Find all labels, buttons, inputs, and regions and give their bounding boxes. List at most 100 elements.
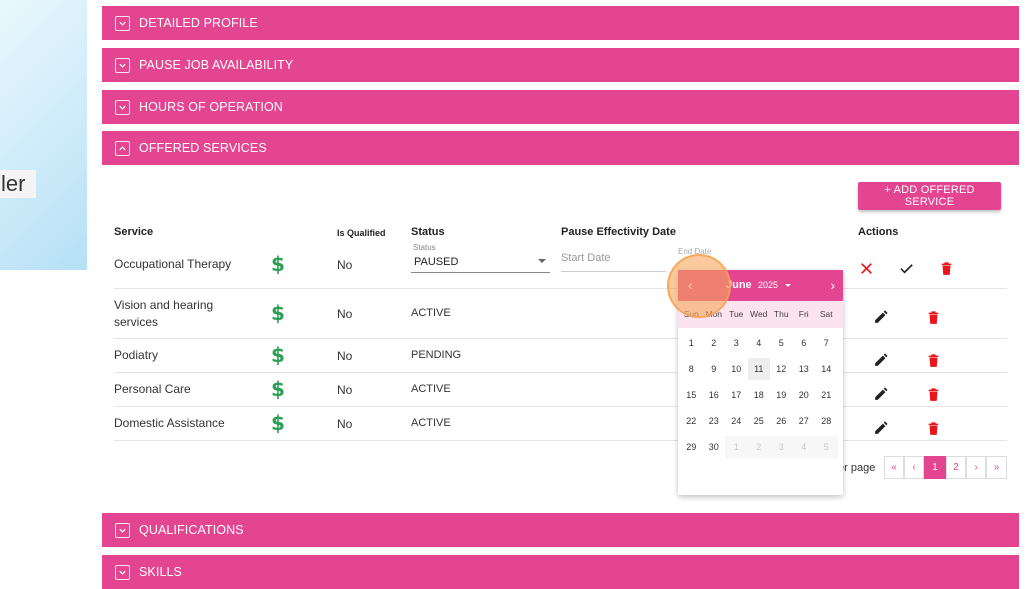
calendar-day[interactable]: 6 <box>793 332 816 354</box>
calendar-day[interactable]: 18 <box>748 384 771 406</box>
calendar-month[interactable]: June <box>726 279 752 291</box>
delete-icon[interactable] <box>924 419 942 437</box>
pagination-next[interactable]: › <box>966 456 986 479</box>
calendar-day-today[interactable]: 11 <box>747 358 770 380</box>
calendar-day-next-month[interactable]: 1 <box>725 436 748 458</box>
calendar-year[interactable]: 2025 <box>758 280 778 290</box>
weekday-label: Sat <box>819 309 833 319</box>
calendar-day[interactable]: 5 <box>770 332 793 354</box>
end-date-label: End Date <box>678 247 712 256</box>
calendar-day[interactable]: 22 <box>680 410 703 432</box>
edit-icon[interactable] <box>871 419 889 437</box>
calendar-day-next-month[interactable]: 3 <box>770 436 793 458</box>
pagination-prev[interactable]: ‹ <box>904 456 924 479</box>
service-name: Vision and hearing services <box>114 298 214 329</box>
weekday-label: Sun <box>683 309 699 319</box>
calendar-day[interactable]: 21 <box>815 384 838 406</box>
calendar-day[interactable]: 15 <box>680 384 703 406</box>
calendar-day-next-month[interactable]: 4 <box>792 436 815 458</box>
calendar-header: ‹ June 2025 › <box>678 270 843 301</box>
calendar-day[interactable]: 16 <box>703 384 726 406</box>
delete-icon[interactable] <box>937 259 955 277</box>
calendar-day-next-month[interactable]: 5 <box>815 436 838 458</box>
dollar-icon[interactable]: $ <box>271 252 285 276</box>
calendar-day[interactable]: 24 <box>725 410 748 432</box>
add-offered-service-button[interactable]: + ADD OFFERED SERVICE <box>858 182 1001 210</box>
calendar-day[interactable]: 12 <box>770 358 793 380</box>
accordion-detailed-profile[interactable]: DETAILED PROFILE <box>102 6 1019 40</box>
chevron-down-icon <box>115 522 130 538</box>
calendar-day[interactable]: 13 <box>793 358 816 380</box>
chevron-down-icon <box>115 57 130 73</box>
calendar-day[interactable]: 23 <box>703 410 726 432</box>
weekday-label: Tue <box>729 309 744 319</box>
accordion-qualifications[interactable]: QUALIFICATIONS <box>102 513 1019 547</box>
status-select[interactable]: Status PAUSED <box>411 243 550 273</box>
calendar-day[interactable]: 2 <box>703 332 726 354</box>
calendar-day[interactable]: 19 <box>770 384 793 406</box>
previous-month-button[interactable]: ‹ <box>688 277 693 293</box>
cancel-icon[interactable] <box>857 259 875 277</box>
calendar-day[interactable]: 9 <box>703 358 726 380</box>
edit-icon[interactable] <box>871 308 889 326</box>
pagination-first[interactable]: « <box>884 456 904 479</box>
left-partial-text: ler <box>0 170 36 198</box>
calendar-day[interactable]: 8 <box>680 358 703 380</box>
pagination-page-2[interactable]: 2 <box>946 456 966 479</box>
row-divider <box>114 406 1007 407</box>
accordion-title: OFFERED SERVICES <box>139 141 267 155</box>
weekday-label: Thu <box>773 309 789 319</box>
status-value: ACTIVE <box>411 307 451 319</box>
edit-icon[interactable] <box>871 385 889 403</box>
check-icon[interactable] <box>897 259 915 277</box>
header-pause-effectivity-date: Pause Effectivity Date <box>561 226 676 238</box>
edit-icon[interactable] <box>871 351 889 369</box>
accordion-offered-services[interactable]: OFFERED SERVICES <box>102 131 1019 165</box>
dollar-icon[interactable]: $ <box>271 411 285 435</box>
dollar-icon[interactable]: $ <box>271 343 285 367</box>
calendar-day[interactable]: 3 <box>725 332 748 354</box>
delete-icon[interactable] <box>924 351 942 369</box>
service-name: Domestic Assistance <box>114 416 225 430</box>
calendar-week: 22 23 24 25 26 27 28 <box>680 408 840 434</box>
calendar-day[interactable]: 10 <box>725 358 748 380</box>
calendar-day[interactable]: 27 <box>793 410 816 432</box>
weekday-label: Fri <box>798 309 809 319</box>
calendar-week: 1 2 3 4 5 6 7 <box>680 330 840 356</box>
calendar-day[interactable]: 4 <box>748 332 771 354</box>
calendar-day[interactable]: 29 <box>680 436 703 458</box>
next-month-button[interactable]: › <box>830 277 835 293</box>
chevron-up-icon <box>115 140 130 156</box>
status-select-value: PAUSED <box>414 256 459 268</box>
accordion-pause-job-availability[interactable]: PAUSE JOB AVAILABILITY <box>102 48 1019 82</box>
accordion-skills[interactable]: SKILLS <box>102 555 1019 589</box>
dollar-icon[interactable]: $ <box>271 377 285 401</box>
header-service: Service <box>114 226 154 238</box>
chevron-down-icon <box>115 564 130 580</box>
rows-per-page-label: er page <box>838 462 876 474</box>
accordion-title: PAUSE JOB AVAILABILITY <box>139 58 294 72</box>
dropdown-caret-icon <box>538 259 546 263</box>
year-dropdown-icon[interactable] <box>785 284 791 287</box>
start-date-input[interactable]: Start Date <box>561 252 666 272</box>
delete-icon[interactable] <box>924 308 942 326</box>
calendar-day[interactable]: 17 <box>725 384 748 406</box>
row-divider <box>114 440 1007 441</box>
pagination-page-1[interactable]: 1 <box>924 456 946 479</box>
calendar-day[interactable]: 7 <box>815 332 838 354</box>
chevron-down-icon <box>115 99 130 115</box>
delete-icon[interactable] <box>924 385 942 403</box>
qualified-value: No <box>337 383 353 397</box>
status-select-label: Status <box>413 243 436 252</box>
calendar-day[interactable]: 1 <box>680 332 703 354</box>
calendar-day[interactable]: 26 <box>770 410 793 432</box>
pagination-last[interactable]: » <box>986 456 1007 479</box>
dollar-icon[interactable]: $ <box>271 301 285 325</box>
calendar-day-next-month[interactable]: 2 <box>747 436 770 458</box>
calendar-day[interactable]: 14 <box>815 358 838 380</box>
calendar-day[interactable]: 20 <box>793 384 816 406</box>
calendar-day[interactable]: 30 <box>703 436 726 458</box>
calendar-day[interactable]: 25 <box>748 410 771 432</box>
accordion-hours-of-operation[interactable]: HOURS OF OPERATION <box>102 90 1019 124</box>
calendar-day[interactable]: 28 <box>815 410 838 432</box>
